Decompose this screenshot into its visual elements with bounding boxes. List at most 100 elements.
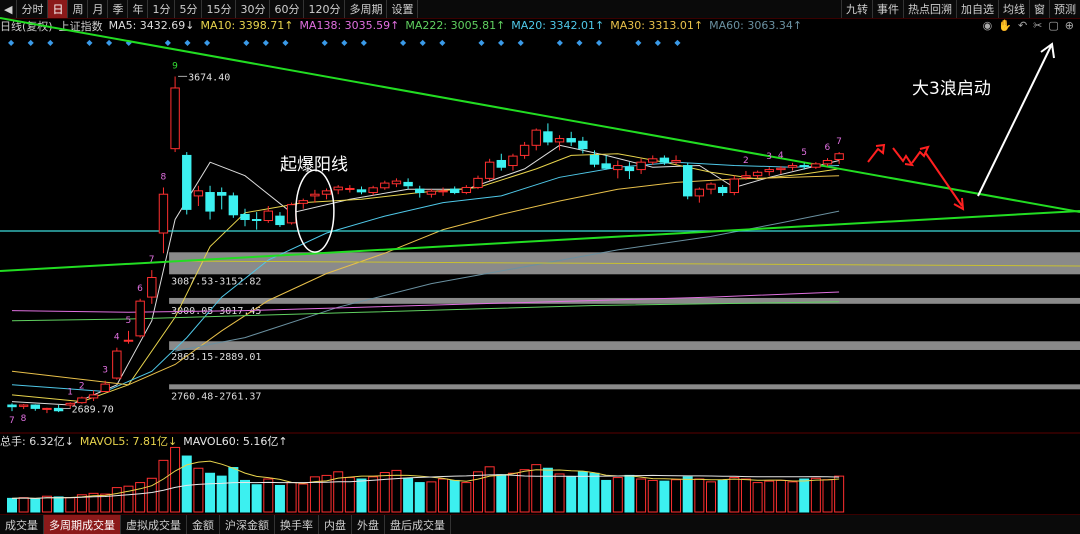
volume-bar [216, 475, 227, 513]
nine-count: 3 [102, 366, 108, 376]
vol-value: MAVOL5: 7.81亿↓ [79, 434, 178, 448]
event-marker: ◆ [596, 38, 603, 47]
volume-bar [717, 479, 728, 513]
event-marker: ◆ [400, 38, 407, 47]
volume-bar [274, 484, 285, 513]
volume-bar [799, 478, 810, 513]
event-marker: ◆ [263, 38, 270, 47]
candle-body [601, 163, 611, 169]
event-marker: ◆ [86, 38, 93, 47]
candle-body [624, 166, 635, 172]
volume-bar [263, 478, 274, 513]
volume-bar [205, 472, 216, 513]
extreme-price-label: 3674.40 [188, 72, 230, 83]
event-marker: ◆ [557, 38, 564, 47]
volume-bar [601, 479, 612, 513]
candle-body [473, 177, 483, 188]
support-zone [169, 297, 1080, 304]
volume-bar [834, 475, 845, 513]
volume-bar [18, 497, 29, 513]
volume-bar [752, 482, 763, 513]
volume-bar [775, 479, 786, 513]
red-arrow [892, 147, 915, 167]
volume-bar [671, 479, 682, 513]
support-zone [169, 341, 1080, 350]
volume-bar [624, 474, 635, 513]
candle-body [519, 144, 530, 156]
volume-bar [542, 467, 553, 513]
volume-bar [694, 478, 705, 513]
event-marker: ◆ [655, 38, 662, 47]
candle-body [158, 193, 169, 234]
candle-body [671, 159, 681, 163]
volume-bar [403, 477, 414, 513]
volume-bar [577, 471, 588, 513]
candle-body [543, 131, 553, 143]
candle-body [683, 165, 693, 197]
event-marker: ◆ [28, 38, 35, 47]
indicator-tab[interactable]: 多周期成交量 [44, 515, 121, 534]
vol-value: MAVOL60: 5.16亿↑ [183, 434, 288, 448]
event-marker: ◆ [498, 38, 505, 47]
indicator-tab[interactable]: 虚拟成交量 [121, 515, 187, 534]
indicator-tab[interactable]: 外盘 [352, 515, 385, 534]
candle-body [648, 158, 658, 163]
nine-count: 8 [21, 414, 27, 424]
indicator-tab[interactable]: 盘后成交量 [385, 515, 451, 534]
nine-count: 8 [160, 172, 166, 182]
ma-line [175, 210, 840, 352]
volume-bar [53, 496, 64, 513]
candle-body [18, 404, 29, 407]
nine-count: 2 [79, 382, 85, 392]
indicator-tab[interactable]: 换手率 [275, 515, 319, 534]
event-marker: ◆ [282, 38, 289, 47]
volume-bar [414, 482, 425, 513]
event-marker: ◆ [420, 38, 427, 47]
volume-bar [111, 487, 122, 513]
candle-body [30, 404, 40, 409]
candle-body [88, 394, 99, 399]
volume-bar [636, 478, 647, 513]
candle-body [77, 397, 87, 404]
kline-chart[interactable]: ◆ ◆ ◆ ◆ ◆ ◆ ◆ ◆ ◆ ◆ ◆ ◆ ◆ ◆ ◆ ◆ ◆ ◆ ◆ ◆ ◆ ◆ ◆ ◆ ◆ ◆ ◆3087.53-3152.… [0, 0, 1080, 533]
candle-body [112, 350, 122, 379]
event-marker: ◆ [184, 38, 191, 47]
volume-bar [706, 481, 716, 513]
wave3-annotation: 大3浪启动 [912, 79, 991, 99]
volume-bar [659, 480, 670, 513]
candle-body [310, 193, 320, 197]
volume-bar [368, 476, 379, 513]
volume-bar [566, 476, 577, 513]
volume-bar [740, 478, 751, 513]
candle-body [531, 129, 541, 146]
nine-count: 7 [9, 416, 15, 426]
indicator-tab[interactable]: 成交量 [0, 515, 44, 534]
breakout-annotation: 起爆阳线 [280, 155, 348, 175]
volume-bar [461, 482, 472, 513]
candle-body [380, 182, 390, 189]
candle-body [659, 157, 670, 163]
volume-bar [787, 481, 798, 513]
indicator-tab[interactable]: 内盘 [319, 515, 352, 534]
event-marker: ◆ [518, 38, 525, 47]
indicator-tab[interactable]: 金额 [187, 515, 220, 534]
volume-bar [647, 479, 658, 513]
event-marker: ◆ [8, 38, 15, 47]
indicator-tab[interactable]: 沪深金额 [220, 515, 275, 534]
volume-bar [589, 472, 600, 513]
event-marker: ◆ [204, 38, 211, 47]
candle-body [193, 190, 204, 197]
candle-body [554, 138, 565, 143]
candle-body [589, 154, 600, 165]
volume-bar [391, 469, 402, 513]
volume-bar [65, 497, 76, 513]
volume-bar [135, 482, 146, 513]
candle-body [403, 181, 413, 187]
candle-body [100, 383, 110, 393]
volume-bar [170, 446, 181, 513]
event-marker: ◆ [439, 38, 446, 47]
nine-count: 9 [172, 61, 178, 71]
candle-body [7, 404, 17, 408]
candle-body [461, 186, 472, 194]
nine-count: 5 [801, 148, 807, 158]
